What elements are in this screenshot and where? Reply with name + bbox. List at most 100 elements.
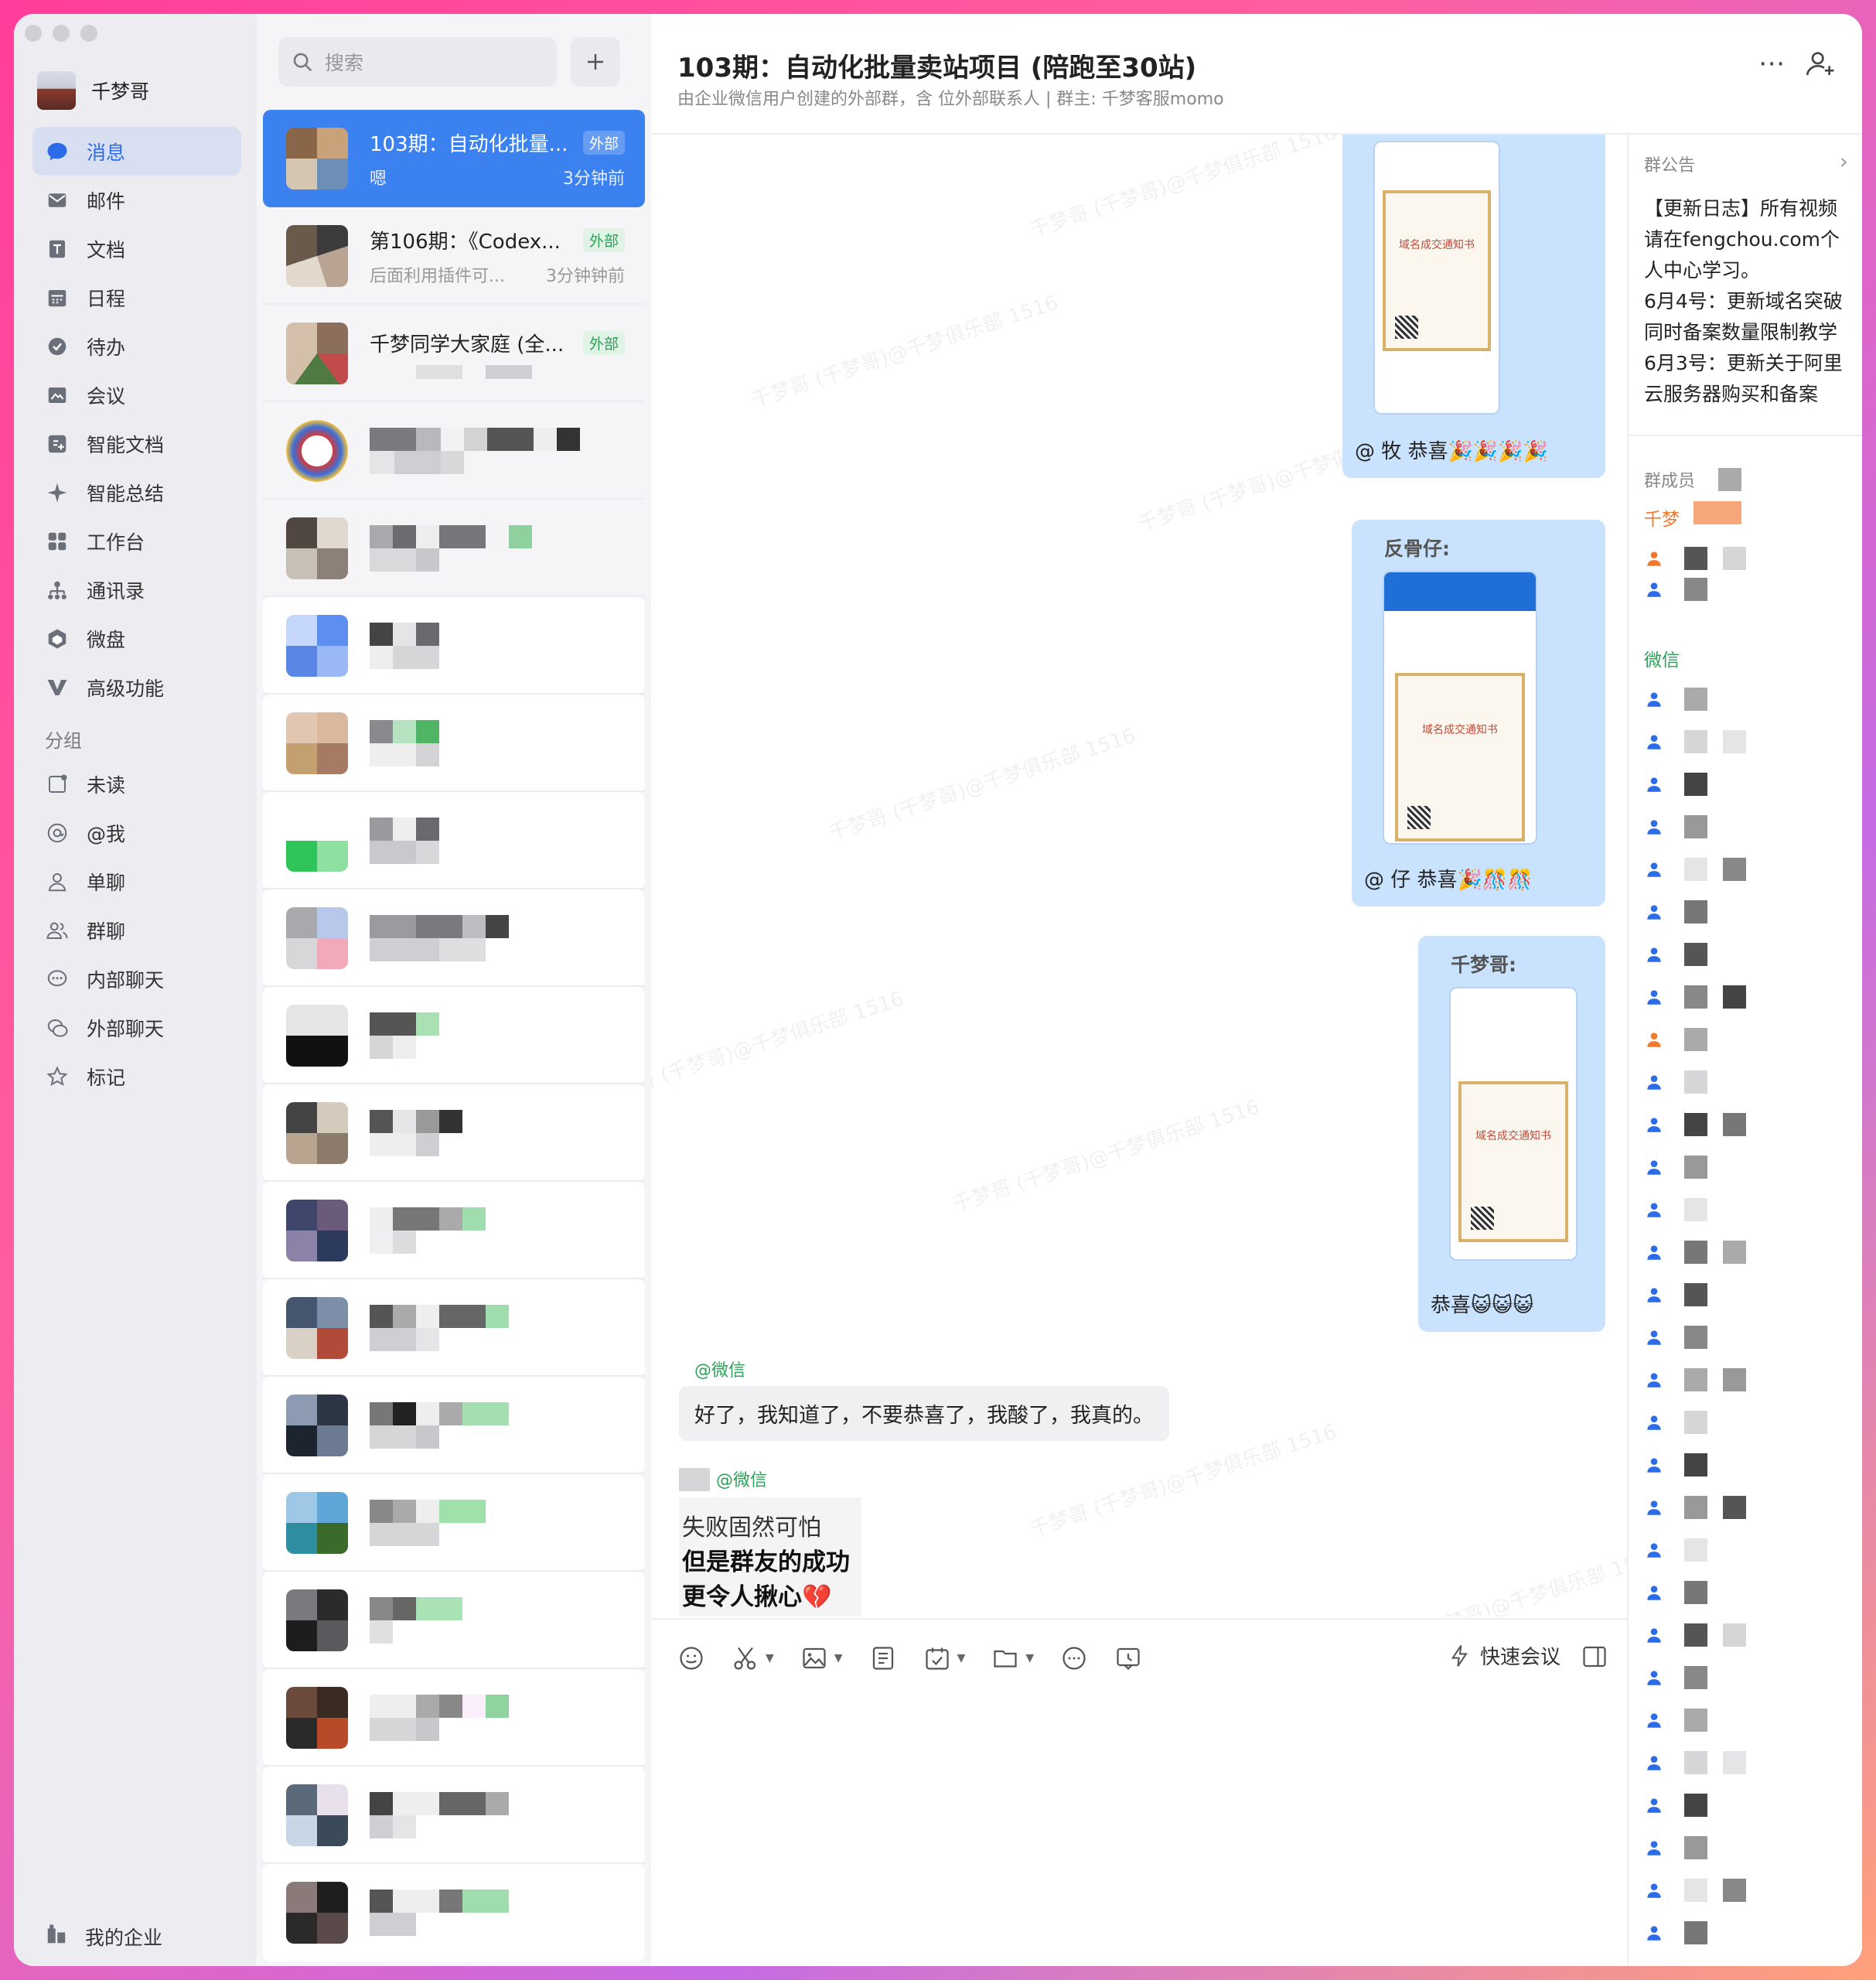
chat-item[interactable] <box>263 1474 645 1572</box>
member-row[interactable] <box>1644 574 1707 605</box>
minimize-window-button[interactable] <box>53 25 70 42</box>
chat-item[interactable] <box>263 1182 645 1279</box>
nav-item-smart-docs[interactable]: 智能文档 <box>32 419 241 468</box>
member-row[interactable] <box>1644 1875 1746 1906</box>
note-button[interactable] <box>869 1644 897 1672</box>
chat-item[interactable] <box>263 1084 645 1182</box>
toggle-side-panel-button[interactable] <box>1581 1643 1608 1674</box>
member-row[interactable] <box>1644 1109 1746 1140</box>
chevron-down-icon[interactable]: ▼ <box>957 1652 966 1664</box>
member-row[interactable] <box>1644 896 1707 927</box>
member-row[interactable] <box>1644 1534 1707 1565</box>
nav-item-messages[interactable]: 消息 <box>32 127 241 176</box>
message-image[interactable]: 域名成交通知书 <box>1451 988 1576 1259</box>
image-message[interactable]: 千梦哥: 域名成交通知书 恭喜😺😺😺 <box>1418 936 1605 1332</box>
nav-item-mail[interactable]: 邮件 <box>32 176 241 224</box>
member-row[interactable] <box>1644 1705 1707 1736</box>
member-row[interactable] <box>1644 1790 1707 1821</box>
member-row[interactable] <box>1644 854 1746 885</box>
chat-item[interactable] <box>263 987 645 1084</box>
image-button[interactable]: ▼ <box>800 1644 843 1672</box>
nav-item-drive[interactable]: 微盘 <box>32 614 241 663</box>
group-notice[interactable]: 【更新日志】所有视频请在fengchou.com个人中心学习。 6月4号：更新域… <box>1644 193 1854 410</box>
my-company-button[interactable]: 我的企业 <box>45 1923 162 1951</box>
group-item-single-chat[interactable]: 单聊 <box>32 857 241 906</box>
chevron-down-icon[interactable]: ▼ <box>834 1652 843 1664</box>
member-row[interactable] <box>1644 1917 1707 1948</box>
search-input[interactable]: 搜索 <box>278 37 557 87</box>
chat-item[interactable] <box>263 1767 645 1864</box>
nav-item-meeting[interactable]: 会议 <box>32 370 241 419</box>
emoji-button[interactable] <box>677 1644 705 1672</box>
task-button[interactable]: ▼ <box>923 1644 966 1672</box>
member-row[interactable] <box>1644 1024 1707 1055</box>
member-row[interactable] <box>1644 1279 1707 1310</box>
chat-item[interactable] <box>263 597 645 695</box>
member-row[interactable] <box>1644 543 1746 574</box>
nav-item-workbench[interactable]: 工作台 <box>32 517 241 565</box>
member-row[interactable] <box>1644 1577 1707 1608</box>
chat-item[interactable] <box>263 1669 645 1767</box>
history-button[interactable] <box>1114 1644 1142 1672</box>
group-item-starred[interactable]: 标记 <box>32 1052 241 1101</box>
chat-item[interactable] <box>263 889 645 987</box>
text-message[interactable]: 好了，我知道了，不要恭喜了，我酸了，我真的。 <box>679 1386 1169 1441</box>
chat-item[interactable] <box>263 1377 645 1474</box>
message-image[interactable]: 域名成交通知书 <box>1375 142 1499 413</box>
chat-item[interactable] <box>263 792 645 889</box>
chat-item[interactable] <box>263 402 645 500</box>
quick-meeting-button[interactable]: 快速会议 <box>1448 1641 1560 1670</box>
member-row[interactable] <box>1644 1492 1746 1523</box>
member-row[interactable] <box>1644 1407 1707 1438</box>
member-row[interactable] <box>1644 1152 1707 1183</box>
image-message[interactable]: 域名成交通知书 @ 牧 恭喜🎉🎉🎉🎉 <box>1342 135 1605 478</box>
add-member-button[interactable] <box>1805 48 1836 82</box>
chat-item[interactable]: 千梦同学大家庭 (全... 外部 <box>263 305 645 402</box>
group-item-external-chat[interactable]: 外部聊天 <box>32 1003 241 1052</box>
chat-item[interactable] <box>263 1279 645 1377</box>
zoom-window-button[interactable] <box>80 25 97 42</box>
member-row[interactable] <box>1644 1662 1707 1693</box>
chat-item[interactable] <box>263 500 645 597</box>
member-row[interactable] <box>1644 811 1707 842</box>
chevron-right-icon[interactable]: › <box>1840 148 1848 174</box>
member-row[interactable] <box>1644 1194 1707 1225</box>
more-tools-button[interactable] <box>1060 1644 1088 1672</box>
file-button[interactable]: ▼ <box>991 1644 1034 1672</box>
sticker-message[interactable]: 失败固然可怕 但是群友的成功 更令人揪心💔 <box>679 1497 861 1616</box>
group-item-group-chat[interactable]: 群聊 <box>32 906 241 954</box>
member-row[interactable] <box>1644 1067 1707 1098</box>
chat-item[interactable] <box>263 695 645 792</box>
nav-item-advanced[interactable]: 高级功能 <box>32 663 241 712</box>
chat-item[interactable]: 第106期：《Codex... 外部 后面利用插件可... 3分钟钟前 <box>263 207 645 305</box>
member-row[interactable] <box>1644 1322 1707 1353</box>
nav-item-calendar[interactable]: 日程 <box>32 273 241 322</box>
member-row[interactable] <box>1644 1620 1746 1651</box>
screenshot-button[interactable]: ▼ <box>732 1644 774 1672</box>
message-image[interactable]: 域名成交通知书 <box>1384 572 1536 843</box>
group-item-unread[interactable]: 未读 <box>32 760 241 808</box>
close-window-button[interactable] <box>25 25 42 42</box>
group-item-internal-chat[interactable]: 内部聊天 <box>32 954 241 1003</box>
chat-item[interactable]: 103期：自动化批量... 外部 嗯 3分钟前 <box>263 110 645 207</box>
member-row[interactable] <box>1644 981 1746 1012</box>
member-row[interactable] <box>1644 1832 1707 1863</box>
chevron-down-icon[interactable]: ▼ <box>766 1652 774 1664</box>
member-row[interactable] <box>1644 1364 1746 1395</box>
user-profile[interactable]: 千梦哥 <box>37 71 149 110</box>
avatar[interactable] <box>37 71 76 110</box>
more-options-button[interactable]: ⋯ <box>1758 48 1786 79</box>
group-item-at-me[interactable]: @我 <box>32 808 241 857</box>
nav-item-contacts[interactable]: 通讯录 <box>32 565 241 614</box>
nav-item-docs[interactable]: 文档 <box>32 224 241 273</box>
member-row[interactable] <box>1644 1237 1746 1268</box>
member-row[interactable] <box>1644 1449 1707 1480</box>
nav-item-smart-summary[interactable]: 智能总结 <box>32 468 241 517</box>
chat-item[interactable] <box>263 1864 645 1961</box>
chevron-down-icon[interactable]: ▼ <box>1025 1652 1034 1664</box>
member-row[interactable] <box>1644 939 1707 970</box>
member-row[interactable] <box>1644 726 1746 757</box>
member-row[interactable] <box>1644 769 1707 800</box>
member-row[interactable] <box>1644 684 1707 715</box>
image-message[interactable]: 反骨仔: 域名成交通知书 @ 仔 恭喜🎉🎊🎊 <box>1352 520 1605 906</box>
